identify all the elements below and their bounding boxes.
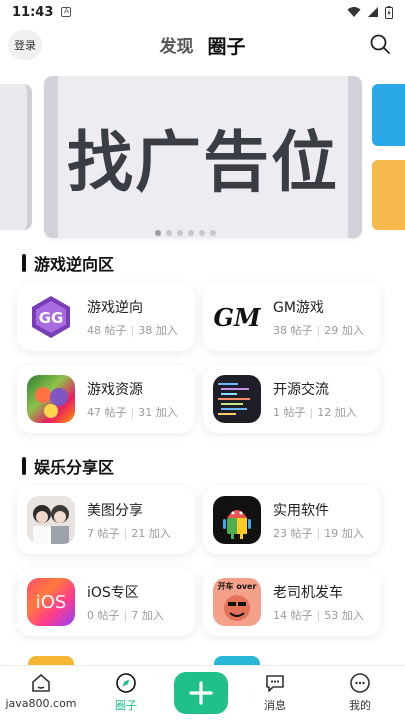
circle-card[interactable]: iOS iOS专区 0 帖子 | 7 加入: [17, 568, 195, 636]
circle-name: 实用软件: [273, 502, 329, 519]
nav-messages-label: 消息: [264, 699, 286, 712]
circle-name: GM游戏: [273, 299, 324, 316]
carousel-dot: [177, 230, 183, 236]
meme-thumbnail: 开车 over: [213, 578, 261, 626]
circle-posts: 14 帖子: [273, 608, 313, 622]
circle-card[interactable]: 游戏资源 47 帖子 | 31 加入: [17, 365, 195, 433]
section-title: 游戏逆向区: [22, 251, 114, 275]
banner-prev-slide[interactable]: [0, 84, 32, 230]
circle-card[interactable]: GM GM游戏 38 帖子 | 29 加入: [203, 283, 381, 351]
carousel-dot: [199, 230, 205, 236]
circle-joins: 19 加入: [324, 526, 364, 540]
gm-logo: GM: [213, 293, 261, 341]
game-resource-thumbnail: [27, 375, 75, 423]
circle-posts: 0 帖子: [87, 608, 120, 622]
game-guardian-logo: GG: [27, 293, 75, 341]
circle-joins: 31 加入: [138, 405, 178, 419]
nav-circles-label: 圈子: [115, 699, 137, 712]
carousel-dots: [155, 230, 216, 236]
section-title-label: 游戏逆向区: [34, 255, 115, 274]
search-icon[interactable]: [369, 33, 391, 55]
section-title: 娱乐分享区: [22, 454, 114, 478]
circle-posts: 48 帖子: [87, 323, 127, 337]
nav-profile-label: 我的: [349, 699, 371, 712]
carousel-dot: [210, 230, 216, 236]
battery-icon: [385, 5, 393, 19]
carousel-dot: [166, 230, 172, 236]
circle-posts: 23 帖子: [273, 526, 313, 540]
home-icon: [32, 674, 50, 692]
compass-icon: [116, 673, 136, 693]
svg-text:GG: GG: [39, 309, 64, 327]
circle-posts: 7 帖子: [87, 526, 120, 540]
banner-text: 找广告位: [67, 124, 339, 201]
circle-card[interactable]: GG 游戏逆向 48 帖子 | 38 加入: [17, 283, 195, 351]
circle-joins: 7 加入: [131, 608, 164, 622]
header-tabs: 发现 圈子: [0, 32, 405, 59]
nav-messages[interactable]: 消息: [245, 672, 305, 713]
nav-profile[interactable]: 我的: [330, 672, 390, 713]
circle-name: 游戏逆向: [87, 299, 143, 316]
circle-card[interactable]: 开源交流 1 帖子 | 12 加入: [203, 365, 381, 433]
circle-name: iOS专区: [87, 584, 139, 601]
photo-thumbnail: [27, 496, 75, 544]
nav-home[interactable]: java800.com: [5, 672, 77, 710]
header: 登录 发现 圈子: [0, 28, 405, 62]
circle-name: 开源交流: [273, 381, 329, 398]
circle-posts: 47 帖子: [87, 405, 127, 419]
plus-icon: [189, 681, 213, 705]
wifi-icon: [347, 7, 361, 17]
section-title-label: 娱乐分享区: [34, 458, 115, 477]
circle-joins: 38 加入: [138, 323, 178, 337]
android-logo: [213, 496, 261, 544]
tab-discover[interactable]: 发现: [159, 32, 193, 59]
status-bar: 11:43 A: [0, 0, 405, 24]
tab-circles[interactable]: 圈子: [207, 32, 245, 59]
carousel-dot: [155, 230, 161, 236]
circle-joins: 21 加入: [131, 526, 171, 540]
create-post-button[interactable]: [174, 672, 228, 714]
circle-joins: 53 加入: [324, 608, 364, 622]
carousel-dot: [188, 230, 194, 236]
circle-joins: 12 加入: [317, 405, 357, 419]
circle-card[interactable]: 开车 over 老司机发车 14 帖子 | 53 加入: [203, 568, 381, 636]
status-icons: [347, 5, 393, 19]
circle-posts: 1 帖子: [273, 405, 306, 419]
circle-joins: 29 加入: [324, 323, 364, 337]
nav-home-label: java800.com: [5, 697, 77, 710]
circle-name: 游戏资源: [87, 381, 143, 398]
banner-next-slide[interactable]: [372, 84, 405, 230]
circle-name: 美图分享: [87, 502, 143, 519]
ios-logo: iOS: [27, 578, 75, 626]
banner-carousel[interactable]: 找广告位: [0, 76, 405, 242]
circle-card[interactable]: 实用软件 23 帖子 | 19 加入: [203, 486, 381, 554]
message-icon: [266, 675, 284, 692]
circle-name: 老司机发车: [273, 584, 343, 601]
notification-icon: A: [61, 7, 72, 17]
signal-icon: [368, 7, 378, 17]
circle-posts: 38 帖子: [273, 323, 313, 337]
more-circle-icon: [350, 673, 370, 693]
nav-circles[interactable]: 圈子: [96, 672, 156, 713]
banner-slide[interactable]: 找广告位: [44, 76, 362, 238]
status-time: 11:43: [12, 4, 54, 20]
circle-card[interactable]: 美图分享 7 帖子 | 21 加入: [17, 486, 195, 554]
code-thumbnail: [213, 375, 261, 423]
